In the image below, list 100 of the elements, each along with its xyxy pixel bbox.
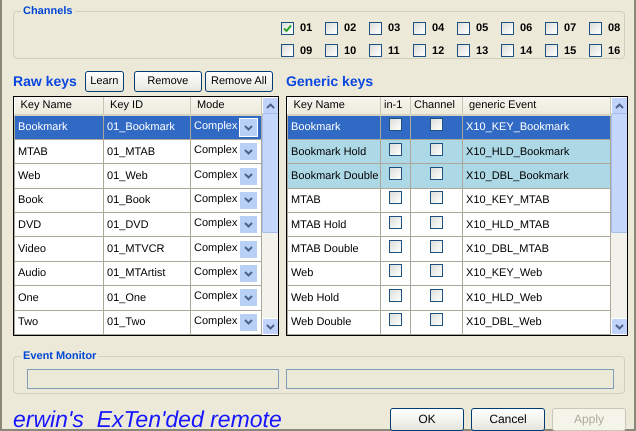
dialog-button[interactable]: OK (390, 408, 464, 431)
dropdown-icon[interactable] (239, 312, 258, 332)
checkbox[interactable] (430, 264, 443, 278)
scrollbar[interactable] (611, 97, 627, 335)
table-cell[interactable]: 01_MTArtist (104, 261, 190, 286)
table-cell[interactable]: X10_HLD_Bookmark (462, 140, 610, 164)
table-cell[interactable]: Two (14, 310, 104, 334)
scroll-up-icon[interactable] (262, 97, 278, 114)
checkbox[interactable] (389, 264, 402, 278)
scroll-down-icon[interactable] (611, 318, 627, 335)
checkbox[interactable] (281, 44, 294, 58)
scroll-down-icon[interactable] (262, 318, 278, 335)
checkbox[interactable] (413, 22, 426, 35)
checkbox[interactable] (430, 313, 443, 326)
checkbox[interactable] (430, 191, 443, 204)
table-cell[interactable]: Audio (14, 261, 104, 286)
checkbox[interactable] (369, 44, 382, 58)
checkbox[interactable] (430, 118, 443, 132)
table-cell[interactable]: 01_MTAB (104, 140, 190, 164)
table-cell[interactable]: Web Hold (288, 286, 380, 310)
dropdown-icon[interactable] (239, 288, 258, 308)
table-cell[interactable]: Video (14, 236, 104, 262)
checkbox[interactable] (430, 166, 443, 180)
checkbox[interactable] (589, 22, 602, 35)
dropdown-icon[interactable] (239, 190, 258, 210)
table-cell[interactable]: X10_KEY_MTAB (462, 188, 610, 213)
checkbox[interactable] (501, 44, 514, 58)
action-button[interactable]: Remove (134, 70, 202, 92)
checkbox[interactable] (325, 22, 338, 35)
table-cell[interactable]: Web (288, 261, 380, 286)
checkbox[interactable] (281, 22, 294, 35)
scrollbar[interactable] (262, 97, 278, 335)
checkbox[interactable] (430, 142, 443, 156)
table-cell[interactable]: DVD (14, 212, 104, 237)
checkbox[interactable] (501, 22, 514, 35)
dropdown-icon[interactable] (239, 240, 258, 259)
checkbox[interactable] (545, 22, 558, 35)
dropdown-icon[interactable] (239, 264, 258, 283)
table-cell[interactable]: 01_One (104, 286, 190, 310)
column-header[interactable]: Key ID (104, 97, 190, 116)
action-button[interactable]: Learn (84, 70, 124, 92)
checkbox[interactable] (389, 216, 402, 229)
table-cell[interactable]: Bookmark Hold (288, 140, 380, 164)
checkbox[interactable] (369, 22, 382, 35)
checkbox[interactable] (389, 191, 402, 204)
table-cell[interactable]: Bookmark Double (288, 164, 380, 188)
scrollbar-thumb[interactable] (262, 113, 278, 233)
checkbox[interactable] (430, 240, 443, 253)
scroll-up-icon[interactable] (611, 97, 627, 114)
column-header[interactable]: Mode (190, 97, 262, 116)
table-cell[interactable]: MTAB Hold (288, 212, 380, 237)
checkbox[interactable] (389, 240, 402, 253)
table-cell[interactable]: One (14, 286, 104, 310)
table-cell[interactable]: 01_DVD (104, 212, 190, 237)
column-header[interactable]: Key Name (288, 97, 380, 116)
checkbox[interactable] (545, 44, 558, 58)
checkbox[interactable] (589, 44, 602, 58)
dropdown-icon[interactable] (239, 215, 258, 234)
table-cell[interactable]: Bookmark (14, 115, 104, 140)
table-cell[interactable]: MTAB Double (288, 236, 380, 262)
column-header[interactable]: in-1 (380, 97, 410, 116)
table-cell[interactable]: 01_MTVCR (104, 236, 190, 262)
dropdown-icon[interactable] (239, 142, 258, 162)
table-cell[interactable]: 01_Book (104, 188, 190, 213)
checkbox[interactable] (457, 22, 470, 35)
column-header[interactable]: Channel (410, 97, 462, 116)
table-cell[interactable]: 01_Two (104, 310, 190, 334)
table-cell[interactable]: X10_HLD_Web (462, 286, 610, 310)
table-cell[interactable]: MTAB (14, 140, 104, 164)
table-cell[interactable]: Web Double (288, 310, 380, 334)
checkbox[interactable] (389, 313, 402, 326)
table-cell[interactable]: 01_Web (104, 164, 190, 188)
table-cell[interactable]: X10_DBL_MTAB (462, 236, 610, 262)
table-cell[interactable]: X10_KEY_Bookmark (462, 115, 610, 140)
table-cell[interactable]: X10_DBL_Bookmark (462, 164, 610, 188)
dropdown-icon[interactable] (239, 166, 258, 186)
checkbox[interactable] (389, 118, 402, 132)
table-cell[interactable]: Web (14, 164, 104, 188)
table-cell[interactable]: 01_Bookmark (104, 115, 190, 140)
checkbox[interactable] (389, 142, 402, 156)
checkbox[interactable] (389, 166, 402, 180)
checkbox-label: 11 (388, 44, 400, 58)
column-header[interactable]: generic Event (462, 97, 610, 116)
checkbox[interactable] (430, 288, 443, 302)
table-cell[interactable]: X10_DBL_Web (462, 310, 610, 334)
dialog-button[interactable]: Cancel (471, 408, 545, 431)
table-cell[interactable]: MTAB (288, 188, 380, 213)
checkbox[interactable] (413, 44, 426, 58)
checkbox[interactable] (430, 216, 443, 229)
table-cell[interactable]: Bookmark (288, 115, 380, 140)
checkbox[interactable] (325, 44, 338, 58)
table-cell[interactable]: Book (14, 188, 104, 213)
action-button[interactable]: Remove All (204, 70, 273, 92)
dropdown-icon[interactable] (239, 118, 258, 138)
checkbox[interactable] (389, 288, 402, 302)
table-cell[interactable]: X10_HLD_MTAB (462, 212, 610, 237)
scrollbar-thumb[interactable] (611, 113, 627, 233)
checkbox[interactable] (457, 44, 470, 58)
column-header[interactable]: Key Name (14, 97, 104, 116)
table-cell[interactable]: X10_KEY_Web (462, 261, 610, 286)
